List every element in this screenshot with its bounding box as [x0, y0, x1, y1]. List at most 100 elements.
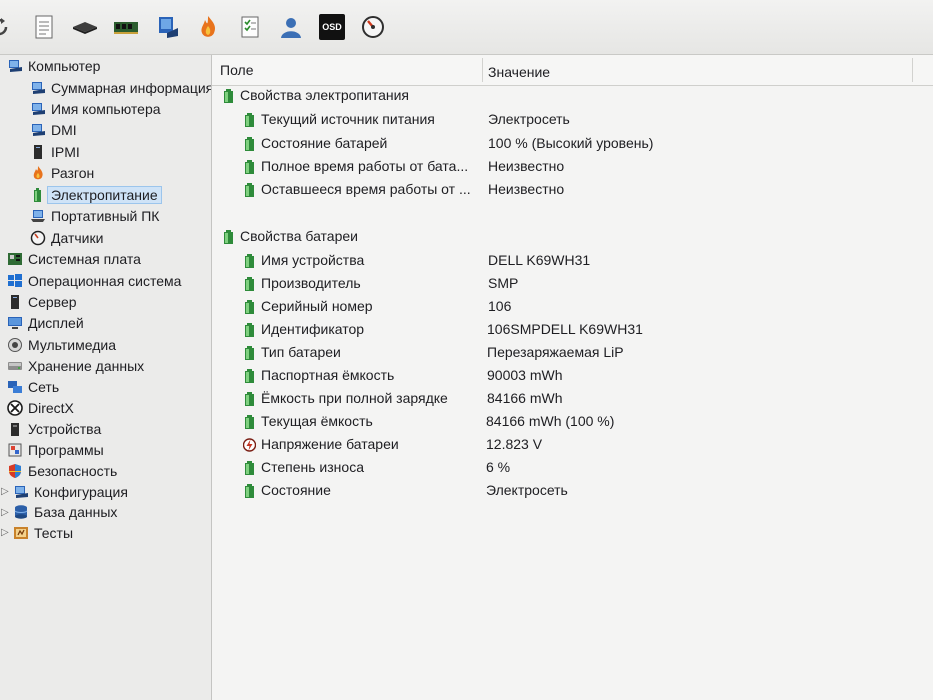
tree-item-label: Мультимедиа — [28, 337, 116, 353]
checklist-icon[interactable] — [237, 14, 263, 40]
tree-item-label: Устройства — [28, 421, 102, 437]
battery-icon — [245, 277, 254, 291]
shield-icon — [9, 464, 21, 478]
row-value: DELL K69WH31 — [488, 252, 591, 268]
tree-item-motherboard[interactable]: Системная плата — [7, 249, 141, 269]
row-field: Текущий источник питания — [261, 111, 435, 127]
voltage-icon — [243, 438, 256, 452]
tree-item-multimedia[interactable]: Мультимедиа — [7, 335, 116, 355]
computer-icon — [32, 82, 45, 94]
tree-item-computer[interactable]: Компьютер — [7, 56, 100, 76]
tree-item-label: Программы — [28, 442, 104, 458]
row-value: 84166 mWh — [487, 390, 563, 406]
tree-item-label: Тесты — [34, 525, 74, 541]
battery-icon — [245, 300, 254, 314]
tree-item-sensors[interactable]: Датчики — [30, 228, 103, 248]
flame-icon — [33, 166, 43, 180]
row-value: 12.823 V — [486, 436, 543, 452]
tree-item-display[interactable]: Дисплей — [7, 313, 84, 333]
tree-item-overclock[interactable]: Разгон — [30, 163, 94, 183]
tree-item-label: Разгон — [51, 165, 95, 181]
row-field: Текущая ёмкость — [261, 413, 373, 429]
property-list: Поле Значение Свойства электропитания Те… — [212, 55, 933, 700]
row-value: 90003 mWh — [487, 367, 563, 383]
osd-label: OSD — [322, 22, 342, 32]
tree-item-programs[interactable]: Программы — [7, 440, 104, 460]
expand-arrow-icon[interactable]: ▷ — [1, 507, 9, 518]
row-field: Оставшееся время работы от ... — [261, 181, 471, 197]
tree-item-summary[interactable]: Суммарная информация — [30, 78, 211, 98]
expand-arrow-icon[interactable]: ▷ — [1, 486, 9, 497]
list-header: Поле Значение — [212, 55, 933, 86]
programs-icon — [8, 443, 22, 457]
row-value: Электросеть — [486, 482, 568, 498]
windows-icon — [8, 274, 22, 287]
row-field: Состояние — [261, 482, 331, 498]
row-value: 84166 mWh (100 %) — [486, 413, 615, 429]
row-value: Электросеть — [488, 111, 570, 127]
tree-item-ipmi[interactable]: IPMI — [30, 142, 80, 162]
disk-icon[interactable] — [72, 14, 98, 40]
row-value: Неизвестно — [488, 181, 565, 197]
gauge-icon[interactable] — [360, 14, 386, 40]
tree-item-network[interactable]: Сеть — [7, 377, 59, 397]
battery-icon — [245, 183, 254, 197]
computer-icon[interactable] — [154, 14, 180, 40]
column-header-field[interactable]: Поле — [220, 62, 254, 78]
column-divider[interactable] — [912, 58, 913, 82]
column-header-value[interactable]: Значение — [488, 64, 550, 80]
tree-item-label: Операционная система — [28, 273, 182, 289]
tree-item-dmi[interactable]: DMI — [30, 120, 77, 140]
refresh-icon[interactable] — [0, 14, 12, 40]
tree-item-computer-name[interactable]: Имя компьютера — [30, 99, 161, 119]
server-icon — [34, 145, 42, 159]
tree-item-database[interactable]: База данных — [13, 502, 117, 522]
tree-item-storage[interactable]: Хранение данных — [7, 356, 144, 376]
speaker-icon — [8, 338, 22, 352]
tree-item-security[interactable]: Безопасность — [7, 461, 117, 481]
battery-icon — [224, 89, 233, 103]
tree-item-directx[interactable]: DirectX — [7, 398, 74, 418]
database-icon — [14, 505, 28, 519]
tree-item-label: Сеть — [28, 379, 60, 395]
osd-icon[interactable]: OSD — [319, 14, 345, 40]
battery-icon — [245, 484, 254, 498]
tree-item-label: Портативный ПК — [51, 208, 160, 224]
computer-icon — [32, 103, 45, 115]
report-icon[interactable] — [31, 14, 57, 40]
row-value: 106SMPDELL K69WH31 — [487, 321, 643, 337]
tree-item-power[interactable]: Электропитание — [30, 185, 162, 205]
tree-item-label: IPMI — [51, 144, 80, 160]
battery-icon — [245, 113, 254, 127]
battery-icon — [245, 461, 254, 475]
memory-icon[interactable] — [113, 14, 139, 40]
tree-item-os[interactable]: Операционная система — [7, 271, 181, 291]
battery-icon — [34, 188, 41, 202]
tree-item-server[interactable]: Сервер — [7, 292, 77, 312]
tree-item-label: Компьютер — [28, 58, 101, 74]
tree-item-devices[interactable]: Устройства — [7, 419, 101, 439]
tree-item-tests[interactable]: Тесты — [13, 523, 73, 543]
row-field: Состояние батарей — [261, 135, 388, 151]
row-value: SMP — [488, 275, 519, 291]
user-icon[interactable] — [278, 14, 304, 40]
row-value: 6 % — [486, 459, 511, 475]
row-field: Полное время работы от бата... — [261, 158, 469, 174]
tree-item-label: Безопасность — [28, 463, 118, 479]
row-field: Напряжение батареи — [261, 436, 399, 452]
row-field: Идентификатор — [261, 321, 365, 337]
motherboard-icon — [8, 253, 22, 265]
row-field: Имя устройства — [261, 252, 365, 268]
battery-icon — [224, 230, 233, 244]
tree-item-label: DirectX — [28, 400, 74, 416]
tree-item-laptop[interactable]: Портативный ПК — [30, 206, 159, 226]
tree-item-config[interactable]: Конфигурация — [13, 482, 128, 502]
tree-item-label: Дисплей — [28, 315, 84, 331]
battery-icon — [245, 415, 254, 429]
flame-icon[interactable] — [195, 14, 221, 40]
column-divider[interactable] — [482, 58, 483, 82]
device-icon — [11, 423, 19, 436]
battery-icon — [245, 254, 254, 268]
expand-arrow-icon[interactable]: ▷ — [1, 527, 9, 538]
row-field: Производитель — [261, 275, 361, 291]
